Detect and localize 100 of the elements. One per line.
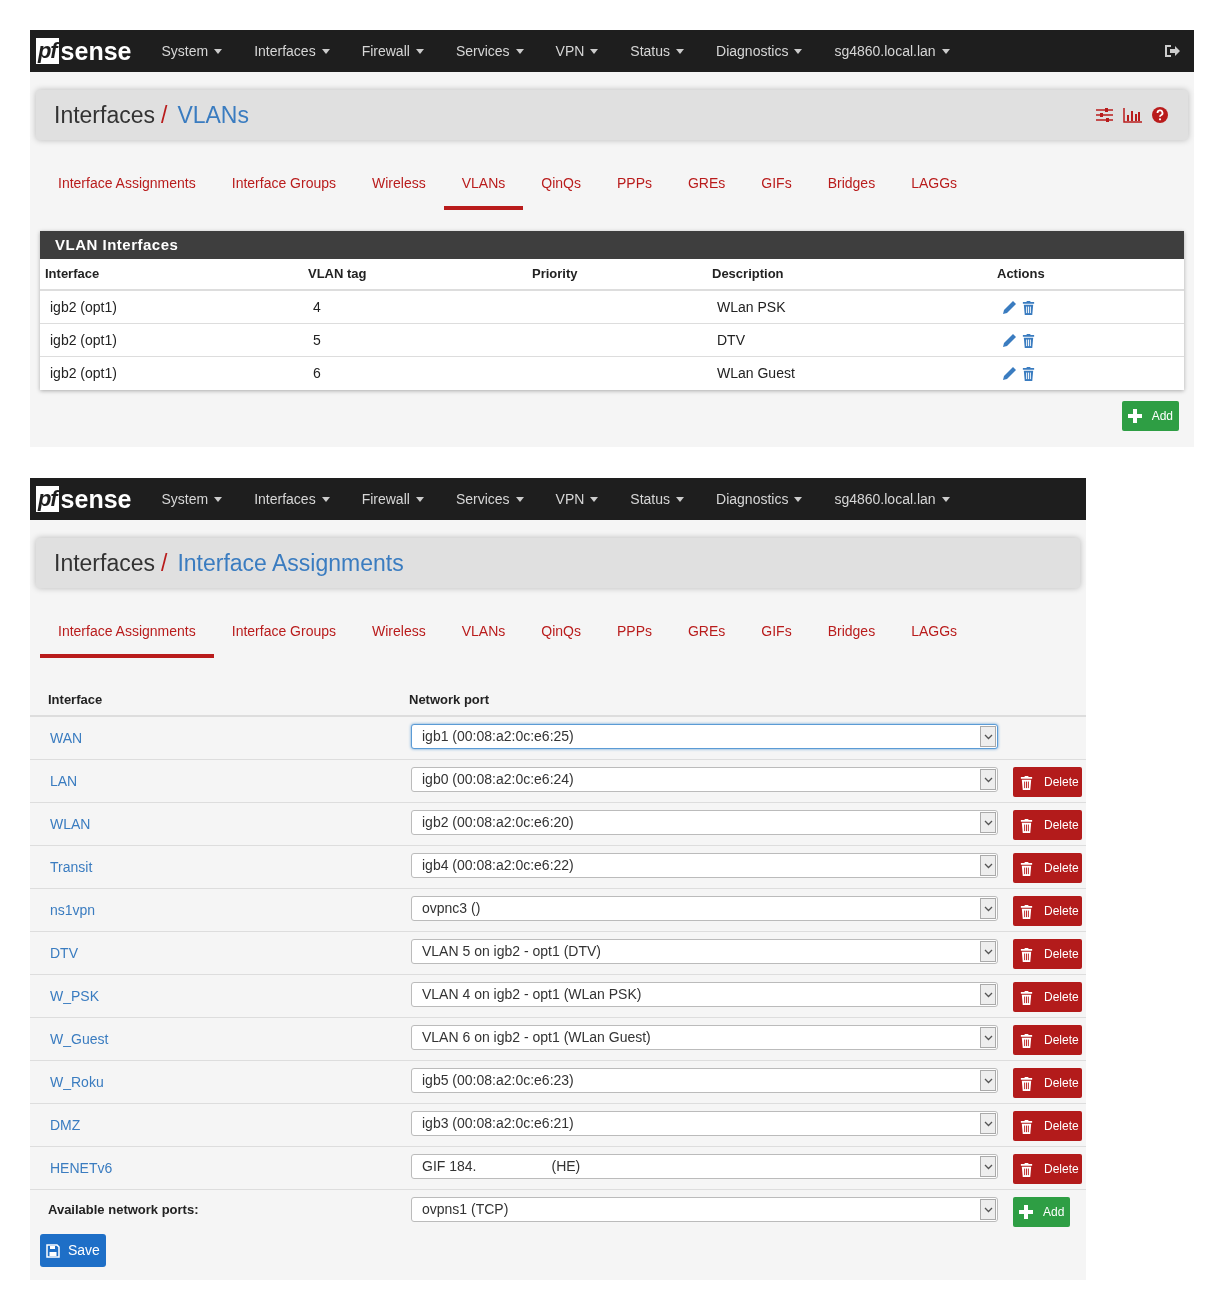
nav-tab[interactable]: PPPs: [598, 610, 670, 658]
delete-button[interactable]: Delete: [1013, 939, 1082, 969]
interface-link[interactable]: DTV: [50, 945, 78, 961]
add-button[interactable]: Add: [1013, 1197, 1071, 1227]
nav-tab[interactable]: GREs: [670, 610, 744, 658]
table-cell-text: igb2 (opt1): [50, 364, 118, 383]
nav-menu[interactable]: VPN: [539, 488, 615, 510]
delete-button[interactable]: Delete: [1013, 896, 1082, 926]
interface-link[interactable]: LAN: [50, 773, 78, 789]
nav-tab[interactable]: Bridges: [809, 162, 894, 210]
interface-link[interactable]: ns1vpn: [50, 902, 96, 918]
chevron-down-icon: [983, 1206, 993, 1213]
caret-icon: [515, 48, 524, 54]
trash-icon[interactable]: [1021, 299, 1036, 315]
interface-link[interactable]: W_Roku: [50, 1074, 104, 1090]
nav-menu[interactable]: Services: [439, 488, 540, 510]
interface-link[interactable]: DMZ: [50, 1117, 81, 1133]
nav-tab[interactable]: LAGGs: [893, 162, 976, 210]
nav-tab[interactable]: VLANs: [443, 610, 524, 658]
pencil-icon[interactable]: [1002, 299, 1017, 315]
port-select[interactable]: igb3 (00:08:a2:0c:e6:21): [411, 1111, 998, 1136]
nav-tab[interactable]: Bridges: [809, 610, 894, 658]
nav-menu[interactable]: Status: [614, 488, 701, 510]
delete-button[interactable]: Delete: [1013, 853, 1082, 883]
nav-menu[interactable]: Status: [614, 40, 701, 62]
help-icon[interactable]: [1152, 107, 1168, 123]
nav-tab[interactable]: QinQs: [523, 162, 599, 210]
bar-chart-icon[interactable]: [1123, 107, 1142, 123]
nav-menu[interactable]: Interfaces: [238, 40, 346, 62]
sliders-icon[interactable]: [1096, 108, 1113, 122]
chevron-down-icon: [983, 776, 993, 783]
trash-icon[interactable]: [1021, 366, 1036, 381]
port-select[interactable]: VLAN 6 on igb2 - opt1 (WLan Guest): [411, 1025, 998, 1050]
nav-tab[interactable]: GIFs: [743, 162, 810, 210]
nav-tab[interactable]: Interface Assignments: [40, 162, 214, 210]
delete-button[interactable]: Delete: [1013, 1068, 1082, 1098]
trash-icon: [1019, 1118, 1034, 1134]
nav-tab[interactable]: GREs: [670, 162, 744, 210]
delete-button[interactable]: Delete: [1013, 810, 1082, 840]
nav-menu[interactable]: sg4860.local.lan: [818, 40, 966, 62]
nav-tab[interactable]: LAGGs: [893, 610, 976, 658]
table-cell-text: DTV: [717, 330, 746, 350]
save-button[interactable]: Save: [40, 1234, 106, 1267]
interface-link[interactable]: Transit: [50, 859, 93, 875]
nav-menu[interactable]: System: [145, 40, 239, 62]
caret-icon: [515, 496, 524, 502]
port-select[interactable]: ovpnc3 (): [411, 896, 998, 921]
nav-tab[interactable]: Interface Groups: [213, 162, 355, 210]
port-select[interactable]: VLAN 5 on igb2 - opt1 (DTV): [411, 939, 998, 964]
nav-menu[interactable]: Firewall: [345, 40, 440, 62]
delete-button[interactable]: Delete: [1013, 1111, 1082, 1141]
caret-icon: [321, 496, 330, 502]
chevron-down-icon: [983, 733, 993, 740]
chevron-down-icon: [983, 862, 993, 869]
breadcrumb-section: Interfaces: [54, 97, 155, 133]
port-select[interactable]: igb5 (00:08:a2:0c:e6:23): [411, 1068, 998, 1093]
port-select[interactable]: GIF 184. (HE): [411, 1154, 998, 1179]
nav-tab[interactable]: VLANs: [443, 162, 524, 210]
table-cell-text: 6: [313, 364, 322, 383]
add-button[interactable]: Add: [1121, 401, 1179, 431]
nav-menu[interactable]: Services: [439, 40, 540, 62]
logout-icon[interactable]: [1164, 44, 1180, 58]
port-select[interactable]: igb0 (00:08:a2:0c:e6:24): [411, 767, 998, 792]
nav-menu[interactable]: VPN: [539, 40, 615, 62]
interface-link[interactable]: W_Guest: [50, 1031, 109, 1047]
interface-link[interactable]: W_PSK: [50, 988, 99, 1004]
nav-menu[interactable]: Interfaces: [238, 488, 346, 510]
interface-link[interactable]: HENETv6: [50, 1160, 113, 1176]
pencil-icon[interactable]: [1002, 332, 1017, 348]
delete-button[interactable]: Delete: [1013, 982, 1082, 1012]
column-header: Network port: [409, 690, 491, 709]
delete-button[interactable]: Delete: [1013, 1154, 1082, 1184]
port-select[interactable]: VLAN 4 on igb2 - opt1 (WLan PSK): [411, 982, 998, 1007]
nav-tab[interactable]: Interface Assignments: [40, 610, 214, 658]
delete-button[interactable]: Delete: [1013, 767, 1082, 797]
port-select[interactable]: ovpns1 (TCP): [411, 1197, 998, 1222]
interface-link[interactable]: WLAN: [50, 816, 91, 832]
trash-icon: [1019, 817, 1034, 833]
field-label: Available network ports:: [48, 1201, 200, 1219]
nav-menu[interactable]: Diagnostics: [700, 488, 819, 510]
port-select[interactable]: igb4 (00:08:a2:0c:e6:22): [411, 853, 998, 878]
nav-tab[interactable]: Wireless: [354, 162, 444, 210]
column-header: Description: [712, 265, 785, 284]
port-select[interactable]: igb1 (00:08:a2:0c:e6:25): [411, 724, 998, 749]
nav-menu[interactable]: Firewall: [345, 488, 440, 510]
nav-menu[interactable]: Diagnostics: [700, 40, 819, 62]
nav-tab[interactable]: Wireless: [354, 610, 444, 658]
nav-tab[interactable]: PPPs: [598, 162, 670, 210]
delete-button[interactable]: Delete: [1013, 1025, 1082, 1055]
interface-link[interactable]: WAN: [50, 730, 83, 746]
nav-menu[interactable]: sg4860.local.lan: [818, 488, 966, 510]
table-cell-text: igb2 (opt1): [50, 330, 118, 350]
caret-icon: [941, 496, 950, 502]
nav-menu[interactable]: System: [145, 488, 239, 510]
port-select[interactable]: igb2 (00:08:a2:0c:e6:20): [411, 810, 998, 835]
nav-tab[interactable]: QinQs: [523, 610, 599, 658]
nav-tab[interactable]: Interface Groups: [213, 610, 355, 658]
pencil-icon[interactable]: [1002, 366, 1017, 381]
nav-tab[interactable]: GIFs: [743, 610, 810, 658]
trash-icon[interactable]: [1021, 332, 1036, 348]
